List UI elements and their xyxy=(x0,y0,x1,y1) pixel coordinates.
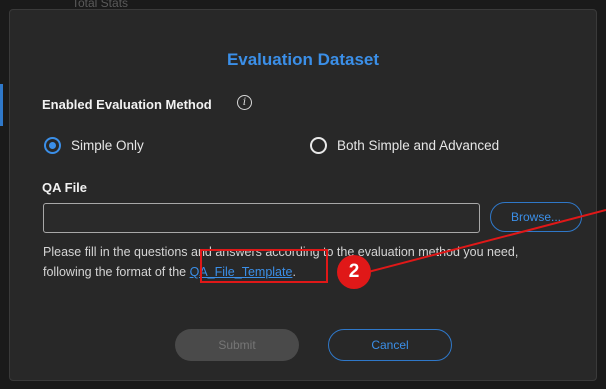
radio-unchecked-icon[interactable] xyxy=(310,136,327,154)
qa-file-label: QA File xyxy=(42,180,88,195)
submit-button[interactable]: Submit xyxy=(175,329,299,361)
radio-simple-only[interactable]: Simple Only xyxy=(44,135,144,155)
evaluation-method-label: Enabled Evaluation Method xyxy=(42,97,212,112)
dialog-title: Evaluation Dataset xyxy=(226,50,380,69)
radio-simple-only-label: Simple Only xyxy=(71,137,144,153)
evaluation-dataset-dialog: Evaluation Dataset Enabled Evaluation Me… xyxy=(9,9,597,381)
radio-both-label: Both Simple and Advanced xyxy=(337,137,500,153)
hint-line-2-prefix: following the format of the xyxy=(43,265,190,279)
browse-button[interactable]: Browse... xyxy=(490,202,582,232)
annotation-step-badge: 2 xyxy=(337,255,371,289)
radio-both-simple-advanced[interactable]: Both Simple and Advanced xyxy=(310,135,499,155)
annotation-highlight-box xyxy=(200,249,328,283)
cancel-button[interactable]: Cancel xyxy=(328,329,452,361)
radio-checked-icon[interactable] xyxy=(44,136,61,154)
qa-file-input[interactable] xyxy=(43,203,480,233)
info-icon[interactable]: i xyxy=(237,95,252,110)
background-accent-bar xyxy=(0,84,3,126)
